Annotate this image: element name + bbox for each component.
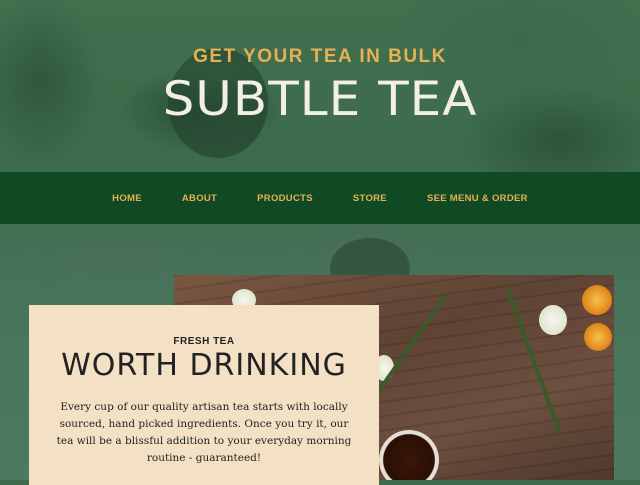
tea-cup-image — [379, 430, 439, 480]
intro-kicker: FRESH TEA — [173, 336, 235, 347]
intro-title: WORTH DRINKING — [61, 348, 347, 383]
orange-slice-image — [582, 285, 612, 315]
main-nav: HOME ABOUT PRODUCTS STORE SEE MENU & ORD… — [0, 172, 640, 224]
site-tagline: GET YOUR TEA IN BULK — [193, 46, 447, 67]
orange-slice-image — [584, 323, 612, 351]
intro-body: Every cup of our quality artisan tea sta… — [56, 401, 352, 464]
nav-item-menu-order[interactable]: SEE MENU & ORDER — [427, 193, 528, 204]
intro-card: FRESH TEA WORTH DRINKING Every cup of ou… — [29, 305, 379, 485]
nav-item-about[interactable]: ABOUT — [182, 193, 217, 204]
vine-image — [375, 293, 448, 395]
site-title: SUBTLE TEA — [162, 71, 478, 127]
nav-item-store[interactable]: STORE — [353, 193, 387, 204]
nav-item-home[interactable]: HOME — [112, 193, 142, 204]
nav-item-products[interactable]: PRODUCTS — [257, 193, 313, 204]
flower-image — [539, 305, 567, 335]
